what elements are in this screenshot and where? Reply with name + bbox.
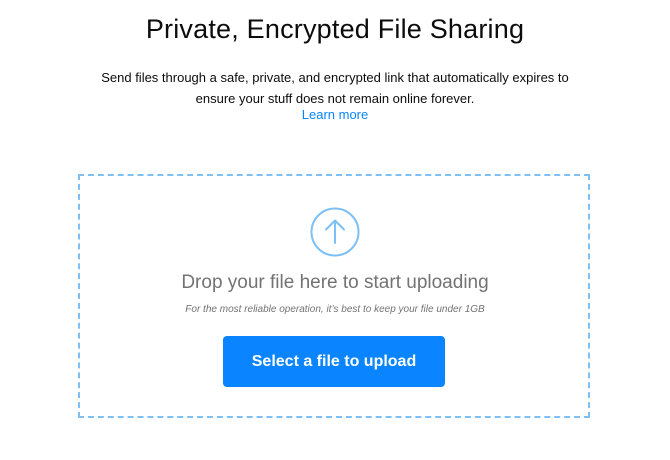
- upload-arrow-icon: [310, 207, 360, 257]
- page-description: Send files through a safe, private, and …: [101, 70, 569, 106]
- select-file-button[interactable]: Select a file to upload: [223, 336, 445, 387]
- drop-instruction: Drop your file here to start uploading: [181, 272, 489, 293]
- learn-more-link[interactable]: Learn more: [0, 107, 670, 122]
- file-size-note: For the most reliable operation, it’s be…: [185, 304, 485, 315]
- page-title: Private, Encrypted File Sharing: [145, 14, 525, 44]
- page: Private, Encrypted File Sharing Send fil…: [0, 0, 670, 460]
